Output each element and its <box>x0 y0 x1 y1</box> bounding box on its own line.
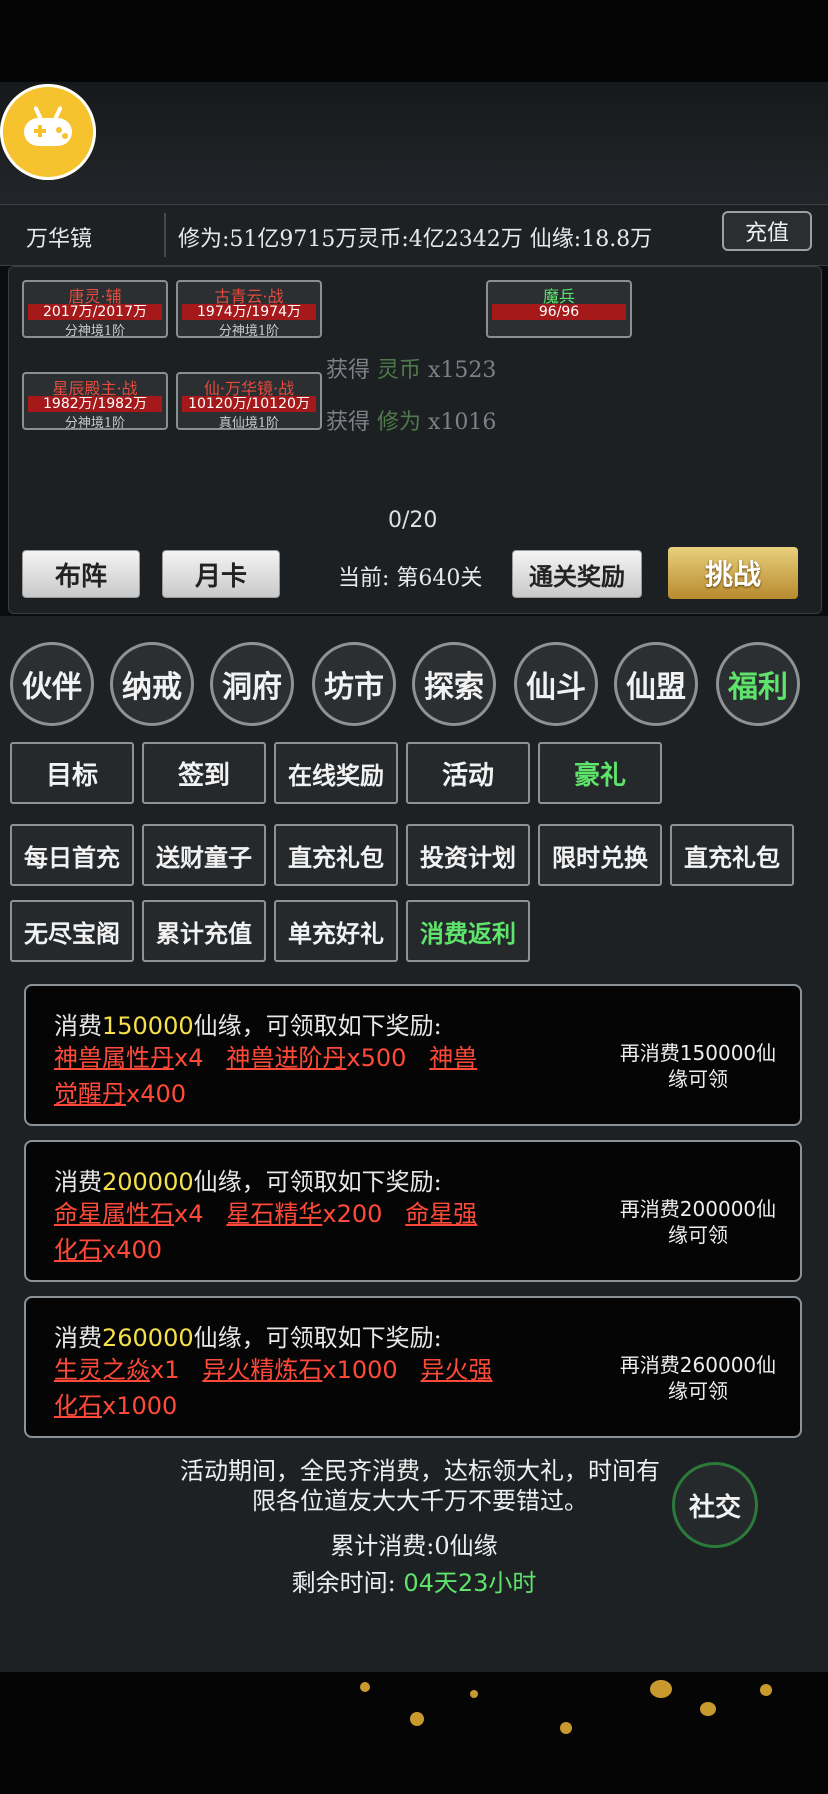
resource-stats: 修为:51亿9715万灵币:4亿2342万 仙缘:18.8万 <box>178 227 653 252</box>
challenge-button[interactable]: 挑战 <box>668 547 798 599</box>
scene-background <box>0 82 828 204</box>
monthly-card-button[interactable]: 月卡 <box>162 550 280 598</box>
reward-status: 再消费150000仙 缘可领 <box>619 1041 777 1091</box>
tab-grand-gift[interactable]: 豪礼 <box>538 742 662 804</box>
reward-card: 消费200000仙缘，可领取如下奖励: 命星属性石x4 星石精华x200 命星强… <box>24 1140 802 1282</box>
current-stage: 当前: 第640关 <box>338 566 483 591</box>
unit-level: 真仙境1阶 <box>218 416 280 431</box>
tab-investment[interactable]: 投资计划 <box>406 824 530 886</box>
remaining-time: 剩余时间: 04天23小时 <box>291 1569 537 1597</box>
reward-item-link[interactable]: 生灵之焱 <box>54 1356 150 1384</box>
enemy-card[interactable]: 魔兵 96/96 <box>486 280 632 338</box>
nav-welfare[interactable]: 福利 <box>716 642 800 726</box>
drop-prefix: 获得 <box>326 358 371 383</box>
social-button[interactable]: 社交 <box>672 1462 758 1548</box>
reward-items: 生灵之焱x1 异火精炼石x1000 异火强化石x1000 <box>54 1356 493 1420</box>
drop-count: x1016 <box>428 410 497 435</box>
event-description: 活动期间，全民齐消费，达标领大礼，时间有 限各位道友大大千万不要错过。 <box>180 1457 660 1515</box>
enemy-hp: 96/96 <box>492 304 626 320</box>
unit-card[interactable]: 星辰殿主·战 1982万/1982万 分神境1阶 <box>22 372 168 431</box>
location-name: 万华镜 <box>26 227 93 252</box>
unit-level: 分神境1阶 <box>218 324 280 339</box>
unit-hp: 2017万/2017万 <box>28 304 162 320</box>
drop-item: 修为 <box>377 410 422 435</box>
unit-level: 分神境1阶 <box>64 324 126 339</box>
reward-item-link[interactable]: 异火精炼石 <box>202 1356 322 1384</box>
unit-card[interactable]: 古青云·战 1974万/1974万 分神境1阶 <box>176 280 322 339</box>
recharge-button[interactable]: 充值 <box>722 211 812 251</box>
nav-alliance[interactable]: 仙盟 <box>614 642 698 726</box>
nav-market[interactable]: 坊市 <box>312 642 396 726</box>
tab-direct-gift[interactable]: 直充礼包 <box>274 824 398 886</box>
tab-single-recharge[interactable]: 单充好礼 <box>274 900 398 962</box>
reward-item-link[interactable]: 神兽进阶丹 <box>226 1044 346 1072</box>
clear-reward-button[interactable]: 通关奖励 <box>512 550 642 598</box>
nav-ring[interactable]: 纳戒 <box>110 642 194 726</box>
reward-item-link[interactable]: 神兽属性丹 <box>54 1044 174 1072</box>
tab-endless-treasury[interactable]: 无尽宝阁 <box>10 900 134 962</box>
nav-partner[interactable]: 伙伴 <box>10 642 94 726</box>
status-bar-area <box>0 0 828 82</box>
resource-bar: 万华镜 修为:51亿9715万灵币:4亿2342万 仙缘:18.8万 <box>0 204 828 266</box>
drop-log-line: 获得 修为 x1016 <box>326 404 496 436</box>
reward-card: 消费150000仙缘，可领取如下奖励: 神兽属性丹x4 神兽进阶丹x500 神兽… <box>24 984 802 1126</box>
reward-condition: 消费200000仙缘，可领取如下奖励: <box>54 1168 442 1196</box>
wave-progress: 0/20 <box>388 508 438 533</box>
unit-card[interactable]: 唐灵·辅 2017万/2017万 分神境1阶 <box>22 280 168 339</box>
unit-hp: 1974万/1974万 <box>182 304 316 320</box>
reward-item-link[interactable]: 星石精华 <box>226 1200 322 1228</box>
footer-background <box>0 1672 828 1794</box>
tab-direct-gift-2[interactable]: 直充礼包 <box>670 824 794 886</box>
unit-hp: 10120万/10120万 <box>182 396 316 412</box>
unit-hp: 1982万/1982万 <box>28 396 162 412</box>
unit-level: 分神境1阶 <box>64 416 126 431</box>
remaining-time-value: 04天23小时 <box>403 1569 537 1597</box>
tab-spend-rebate[interactable]: 消费返利 <box>406 900 530 962</box>
tab-activity[interactable]: 活动 <box>406 742 530 804</box>
tab-limited-exchange[interactable]: 限时兑换 <box>538 824 662 886</box>
reward-condition: 消费260000仙缘，可领取如下奖励: <box>54 1324 442 1352</box>
tab-online-reward[interactable]: 在线奖励 <box>274 742 398 804</box>
nav-cave[interactable]: 洞府 <box>210 642 294 726</box>
drop-prefix: 获得 <box>326 410 371 435</box>
nav-explore[interactable]: 探索 <box>412 642 496 726</box>
nav-arena[interactable]: 仙斗 <box>514 642 598 726</box>
reward-items: 神兽属性丹x4 神兽进阶丹x500 神兽觉醒丹x400 <box>54 1044 478 1108</box>
drop-item: 灵币 <box>377 358 422 383</box>
tab-sign-in[interactable]: 签到 <box>142 742 266 804</box>
formation-button[interactable]: 布阵 <box>22 550 140 598</box>
tab-fortune-boy[interactable]: 送财童子 <box>142 824 266 886</box>
drop-count: x1523 <box>428 358 497 383</box>
reward-items: 命星属性石x4 星石精华x200 命星强化石x400 <box>54 1200 478 1264</box>
reward-item-link[interactable]: 命星属性石 <box>54 1200 174 1228</box>
reward-status: 再消费200000仙 缘可领 <box>619 1197 777 1247</box>
drop-log-line: 获得 灵币 x1523 <box>326 352 496 384</box>
divider <box>164 213 166 257</box>
reward-condition: 消费150000仙缘，可领取如下奖励: <box>54 1012 442 1040</box>
tab-daily-first-recharge[interactable]: 每日首充 <box>10 824 134 886</box>
reward-status: 再消费260000仙 缘可领 <box>619 1353 777 1403</box>
unit-card[interactable]: 仙·万华镜·战 10120万/10120万 真仙境1阶 <box>176 372 322 431</box>
game-assistant-icon[interactable] <box>0 84 96 180</box>
reward-card: 消费260000仙缘，可领取如下奖励: 生灵之焱x1 异火精炼石x1000 异火… <box>24 1296 802 1438</box>
tab-cumulative-recharge[interactable]: 累计充值 <box>142 900 266 962</box>
tab-goal[interactable]: 目标 <box>10 742 134 804</box>
